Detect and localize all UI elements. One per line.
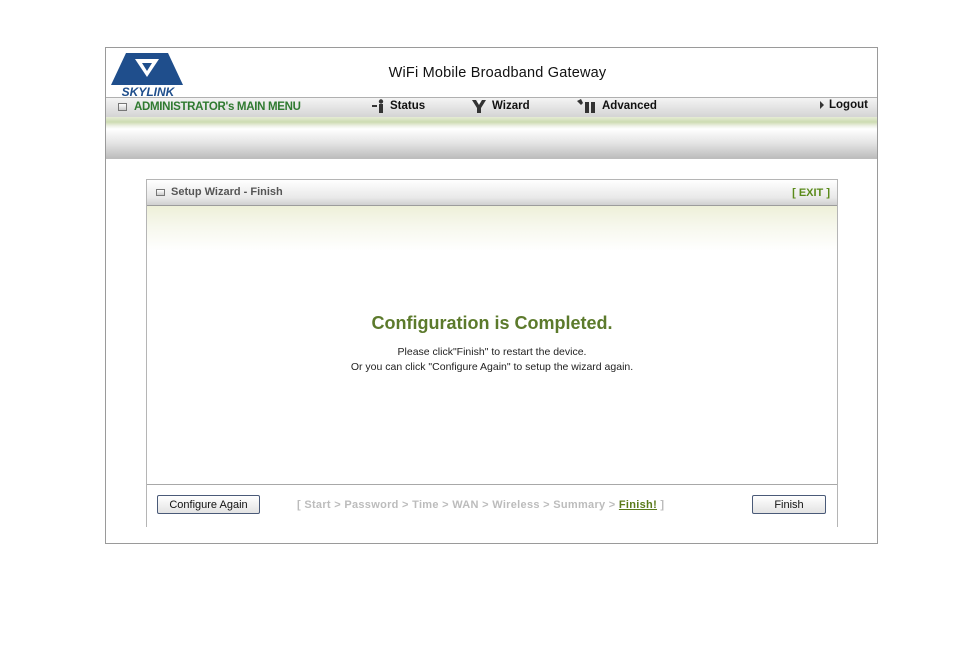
steps-suffix: ] <box>657 499 665 511</box>
decorative-band <box>106 117 877 159</box>
steps-prefix: [ Start > Password > Time > WAN > Wirele… <box>297 499 619 511</box>
step-finish-current: Finish! <box>618 499 658 511</box>
panel-title: Setup Wizard - Finish <box>171 186 283 198</box>
app-frame: SKYLINK WiFi Mobile Broadband Gateway AD… <box>105 47 878 544</box>
completion-headline: Configuration is Completed. <box>371 313 613 333</box>
nav-advanced[interactable]: Advanced <box>576 99 657 113</box>
panel-body: Configuration is Completed. Please click… <box>147 206 837 484</box>
nav-wizard[interactable]: Wizard <box>471 99 530 113</box>
wizard-steps-breadcrumb: [ Start > Password > Time > WAN > Wirele… <box>297 499 664 511</box>
nav-logout[interactable]: Logout <box>819 99 868 111</box>
advanced-icon <box>576 99 598 113</box>
nav-status-label: Status <box>390 100 426 112</box>
panel-footer: Configure Again [ Start > Password > Tim… <box>147 484 837 527</box>
setup-wizard-panel: Setup Wizard - Finish [ EXIT ] Configura… <box>146 179 838 527</box>
finish-button[interactable]: Finish <box>752 495 826 514</box>
status-icon <box>370 99 386 113</box>
restart-instruction: Please click"Finish" to restart the devi… <box>397 346 587 358</box>
app-title: WiFi Mobile Broadband Gateway <box>388 65 607 81</box>
exit-link[interactable]: [ EXIT ] <box>792 187 830 199</box>
nav-wizard-label: Wizard <box>492 100 530 112</box>
configure-again-instruction: Or you can click "Configure Again" to se… <box>350 361 634 373</box>
nav-advanced-label: Advanced <box>602 100 657 112</box>
nav-logout-label: Logout <box>829 99 868 111</box>
main-menu-bar: ADMINISTRATOR's MAIN MENU Status Wizard <box>106 97 877 118</box>
panel-bullet-icon <box>156 189 165 196</box>
main-menu-label: ADMINISTRATOR's MAIN MENU <box>134 101 301 113</box>
panel-header: Setup Wizard - Finish [ EXIT ] <box>147 180 837 206</box>
nav-status[interactable]: Status <box>370 99 425 113</box>
configure-again-button[interactable]: Configure Again <box>157 495 260 514</box>
menu-bullet-icon <box>118 103 127 111</box>
arrow-right-icon <box>819 101 825 109</box>
wizard-icon <box>471 99 488 113</box>
